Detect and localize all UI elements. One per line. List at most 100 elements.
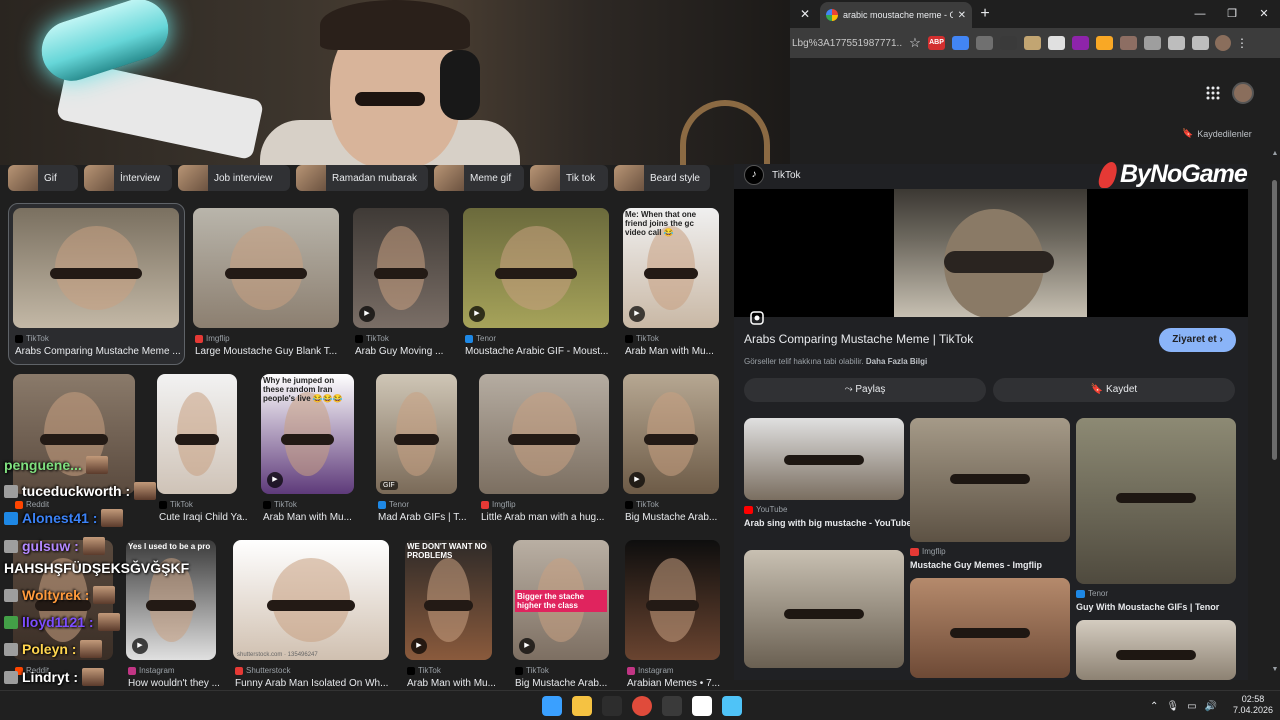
network-icon[interactable]: ▭ bbox=[1187, 701, 1196, 712]
saved-link[interactable]: 🔖 Kaydedilenler bbox=[1182, 128, 1252, 139]
chip-tik-tok[interactable]: Tik tok bbox=[530, 165, 608, 191]
result-source[interactable]: TikTok bbox=[515, 666, 549, 675]
result-image[interactable] bbox=[625, 540, 720, 660]
chip-gif[interactable]: Gif bbox=[8, 165, 78, 191]
result-source[interactable]: Imgflip bbox=[195, 334, 230, 343]
page-scrollbar[interactable]: ▲ ▼ bbox=[1270, 150, 1280, 680]
related-caption[interactable]: Mustache Guy Memes - Imgflip bbox=[910, 560, 1042, 570]
related-source[interactable]: Tenor bbox=[1076, 589, 1108, 598]
file-explorer-icon[interactable] bbox=[572, 696, 592, 716]
related-tile[interactable]: Tenor Guy With Moustache GIFs | Tenor bbox=[1076, 418, 1236, 616]
result-caption[interactable]: Arab Man with Mu... bbox=[625, 346, 729, 357]
google-lens-icon[interactable] bbox=[750, 311, 764, 328]
share-button[interactable]: ⤳ Paylaş bbox=[744, 378, 986, 402]
result-tile[interactable]: GIF Tenor Mad Arab GIFs | T... bbox=[376, 374, 467, 534]
related-tile[interactable]: YouTube Arab sing with big mustache - You… bbox=[744, 418, 912, 532]
extension-brown-icon[interactable] bbox=[1120, 36, 1137, 50]
result-image[interactable]: ▶ bbox=[463, 208, 609, 328]
restore-button[interactable]: ❐ bbox=[1216, 0, 1248, 28]
result-caption[interactable]: Arabian Memes • 7... bbox=[627, 678, 730, 689]
result-tile[interactable]: ▶ TikTok Big Mustache Arab... bbox=[623, 374, 719, 534]
result-tile[interactable]: WE DON'T WANT NO PROBLEMS ▶ TikTok Arab Man… bbox=[405, 540, 496, 700]
extension-white-icon[interactable] bbox=[1048, 36, 1065, 50]
scroll-down-icon[interactable]: ▼ bbox=[1270, 666, 1280, 673]
result-caption[interactable]: Arabs Comparing Mustache Meme ... bbox=[15, 346, 189, 357]
result-source[interactable]: Tenor bbox=[465, 334, 496, 343]
notepad-icon[interactable] bbox=[722, 696, 742, 716]
chip-i̇nterview[interactable]: İnterview bbox=[84, 165, 172, 191]
save-button[interactable]: 🔖 Kaydet bbox=[993, 378, 1235, 402]
chip-job-interview[interactable]: Job interview bbox=[178, 165, 290, 191]
volume-icon[interactable]: 🔊 bbox=[1205, 701, 1217, 712]
adblock-icon[interactable]: ABP bbox=[928, 36, 945, 50]
result-image[interactable]: Bigger the stache higher the class ▶ bbox=[513, 540, 609, 660]
preview-image[interactable] bbox=[894, 189, 1087, 317]
result-source[interactable]: TikTok bbox=[625, 500, 659, 509]
result-tile[interactable]: TikTok Arabs Comparing Mustache Meme ... bbox=[13, 208, 181, 368]
result-tile[interactable]: shutterstock.com · 135496247 Shutterstock… bbox=[233, 540, 389, 700]
scroll-thumb[interactable] bbox=[1272, 180, 1277, 460]
address-bar[interactable]: Lbg%3A177551987771... bbox=[790, 38, 902, 49]
chip-meme-gif[interactable]: Meme gif bbox=[434, 165, 524, 191]
result-tile[interactable]: ▶ TikTok Arab Guy Moving ... bbox=[353, 208, 449, 368]
bookmark-star-icon[interactable]: ☆ bbox=[902, 35, 928, 51]
result-image[interactable] bbox=[193, 208, 339, 328]
related-image[interactable] bbox=[1076, 418, 1236, 584]
related-caption[interactable]: Guy With Moustache GIFs | Tenor bbox=[1076, 602, 1219, 612]
related-image[interactable] bbox=[1076, 620, 1236, 680]
result-tile[interactable]: Imgflip Large Moustache Guy Blank T... bbox=[193, 208, 339, 368]
extension-tan-icon[interactable] bbox=[1024, 36, 1041, 50]
visit-button[interactable]: Ziyaret et › bbox=[1159, 328, 1236, 352]
panel-source[interactable]: ♪ TikTok bbox=[744, 164, 801, 186]
related-source[interactable]: Imgflip bbox=[910, 547, 946, 556]
result-caption[interactable]: Moustache Arabic GIF - Moust... bbox=[465, 346, 619, 357]
result-caption[interactable]: Funny Arab Man Isolated On Wh... bbox=[235, 678, 399, 689]
result-caption[interactable]: Arab Guy Moving ... bbox=[355, 346, 459, 357]
terminal-icon[interactable] bbox=[602, 696, 622, 716]
chrome-menu-icon[interactable]: ⋮ bbox=[1231, 36, 1253, 50]
tab-close-icon[interactable]: ✕ bbox=[958, 10, 966, 21]
result-image[interactable] bbox=[13, 208, 179, 328]
new-tab-button[interactable]: + bbox=[972, 5, 998, 23]
result-source[interactable]: TikTok bbox=[15, 334, 49, 343]
reading-list-icon[interactable] bbox=[1192, 36, 1209, 50]
result-source[interactable]: TikTok bbox=[355, 334, 389, 343]
result-source[interactable]: Tenor bbox=[378, 500, 409, 509]
chip-ramadan-mubarak[interactable]: Ramadan mubarak bbox=[296, 165, 428, 191]
result-caption[interactable]: Mad Arab GIFs | T... bbox=[378, 512, 467, 523]
result-caption[interactable]: Large Moustache Guy Blank T... bbox=[195, 346, 349, 357]
more-info-link[interactable]: Daha Fazla Bilgi bbox=[866, 357, 927, 366]
extension-blue-icon[interactable] bbox=[952, 36, 969, 50]
result-caption[interactable]: Little Arab man with a hug... bbox=[481, 512, 619, 523]
google-apps-icon[interactable] bbox=[1206, 86, 1220, 103]
obs-icon[interactable] bbox=[662, 696, 682, 716]
chip-beard-style[interactable]: Beard style bbox=[614, 165, 710, 191]
result-tile[interactable]: Instagram Arabian Memes • 7... bbox=[625, 540, 720, 700]
chrome-icon[interactable] bbox=[632, 696, 652, 716]
shield-icon[interactable] bbox=[1144, 36, 1161, 50]
windows-start-icon[interactable] bbox=[542, 696, 562, 716]
related-image[interactable] bbox=[744, 550, 904, 668]
result-image[interactable]: ▶ bbox=[623, 374, 719, 494]
result-image[interactable]: Why he jumped on these random Iran peopl… bbox=[261, 374, 354, 494]
result-source[interactable]: TikTok bbox=[625, 334, 659, 343]
result-tile[interactable]: Me: When that one friend joins the gc vi… bbox=[623, 208, 719, 368]
result-tile[interactable]: Why he jumped on these random Iran peopl… bbox=[261, 374, 354, 534]
result-caption[interactable]: Big Mustache Arab... bbox=[625, 512, 729, 523]
result-tile[interactable]: Bigger the stache higher the class ▶ TikTo… bbox=[513, 540, 609, 700]
result-source[interactable]: TikTok bbox=[407, 666, 441, 675]
result-source[interactable]: Imgflip bbox=[481, 500, 516, 509]
puzzle-icon[interactable] bbox=[1168, 36, 1185, 50]
result-caption[interactable]: Arab Man with Mu... bbox=[407, 678, 502, 689]
result-source[interactable]: TikTok bbox=[263, 500, 297, 509]
related-image[interactable] bbox=[910, 578, 1070, 678]
extension-grey-icon[interactable] bbox=[976, 36, 993, 50]
related-image[interactable] bbox=[744, 418, 904, 500]
profile-avatar[interactable] bbox=[1215, 35, 1231, 51]
panel-title[interactable]: Arabs Comparing Mustache Meme | TikTok bbox=[744, 332, 973, 346]
result-tile[interactable]: ▶ Tenor Moustache Arabic GIF - Moust... bbox=[463, 208, 609, 368]
close-window-button[interactable]: ✕ bbox=[1248, 0, 1280, 28]
result-source[interactable]: Instagram bbox=[627, 666, 674, 675]
related-source[interactable]: YouTube bbox=[744, 505, 787, 514]
document-icon[interactable] bbox=[692, 696, 712, 716]
